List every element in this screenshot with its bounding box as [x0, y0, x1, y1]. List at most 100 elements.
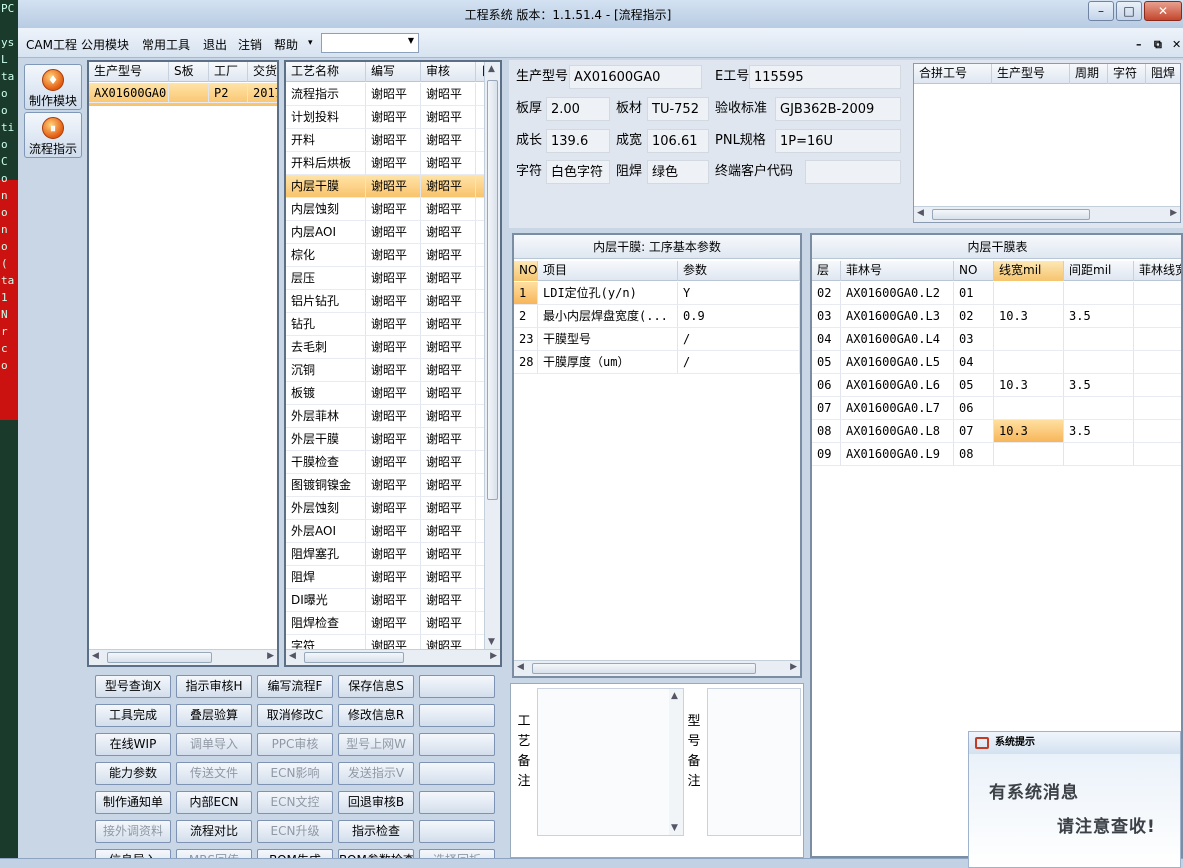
process-hscrollbar[interactable]: ◀ ▶	[286, 649, 500, 665]
mdi-close-button[interactable]: ✕	[1172, 38, 1181, 51]
menu-item[interactable]: 注销	[238, 36, 262, 53]
minimize-button[interactable]: –	[1088, 1, 1114, 21]
column-header[interactable]: 编写	[366, 62, 421, 82]
film-row[interactable]: 02 AX01600GA0.L2 01	[812, 282, 1181, 305]
field-standard[interactable]: GJB362B-2009	[775, 97, 901, 121]
params-hscrollbar[interactable]: ◀ ▶	[514, 660, 800, 676]
column-header[interactable]: 项目	[538, 261, 678, 281]
column-header[interactable]: 工厂	[209, 62, 248, 82]
process-row[interactable]: DI曝光 谢昭平 谢昭平	[286, 589, 486, 612]
column-header[interactable]: 参数	[678, 261, 800, 281]
field-pnl[interactable]: 1P=16U	[775, 129, 901, 153]
field-mask-color[interactable]: 绿色	[647, 160, 709, 184]
process-row[interactable]: 流程指示 谢昭平 谢昭平	[286, 83, 486, 106]
film-row[interactable]: 06 AX01600GA0.L6 05 10.3 3.5	[812, 374, 1181, 397]
process-row[interactable]: 计划投料 谢昭平 谢昭平	[286, 106, 486, 129]
menu-overflow-icon[interactable]: ▾	[308, 38, 313, 48]
process-row[interactable]: 开料 谢昭平 谢昭平	[286, 129, 486, 152]
process-row[interactable]: 干膜检查 谢昭平 谢昭平	[286, 451, 486, 474]
column-header[interactable]: 线宽mil	[994, 261, 1064, 281]
action-button[interactable]: 在线WIP	[95, 733, 171, 756]
column-header[interactable]: 字符	[1108, 64, 1146, 84]
film-row[interactable]: 05 AX01600GA0.L5 04	[812, 351, 1181, 374]
action-button[interactable]: 指示审核H	[176, 675, 252, 698]
action-button[interactable]: ECN文控	[257, 791, 333, 814]
param-row[interactable]: 2 最小内层焊盘宽度(... 0.9	[514, 305, 800, 328]
param-row[interactable]: 23 干膜型号 /	[514, 328, 800, 351]
column-header[interactable]: NO	[954, 261, 994, 281]
maximize-button[interactable]: □	[1116, 1, 1142, 21]
menu-item[interactable]: 常用工具	[142, 36, 190, 53]
field-length[interactable]: 139.6	[546, 129, 610, 153]
field-product-model[interactable]: AX01600GA0	[569, 65, 702, 89]
action-button[interactable]: 编写流程F	[257, 675, 333, 698]
process-row[interactable]: 阻焊 谢昭平 谢昭平	[286, 566, 486, 589]
menu-item[interactable]: 退出	[203, 36, 227, 53]
menu-item[interactable]: CAM工程	[26, 36, 77, 53]
action-button[interactable]: 型号上网W	[338, 733, 414, 756]
process-row[interactable]: 阻焊检查 谢昭平 谢昭平	[286, 612, 486, 635]
action-button[interactable]: 取消修改C	[257, 704, 333, 727]
column-header[interactable]: 交货	[248, 62, 277, 82]
column-header[interactable]: 生产型号	[992, 64, 1070, 84]
film-row[interactable]: 07 AX01600GA0.L7 06	[812, 397, 1181, 420]
action-button[interactable]: 保存信息S	[338, 675, 414, 698]
menu-item[interactable]: 公用模块	[81, 36, 129, 53]
action-button[interactable]	[419, 791, 495, 814]
mdi-restore-button[interactable]: ⧉	[1154, 38, 1162, 52]
film-row[interactable]: 04 AX01600GA0.L4 03	[812, 328, 1181, 351]
column-header[interactable]: 周期	[1070, 64, 1108, 84]
process-row[interactable]: 外层AOI 谢昭平 谢昭平	[286, 520, 486, 543]
process-row[interactable]: 层压 谢昭平 谢昭平	[286, 267, 486, 290]
film-row[interactable]: 08 AX01600GA0.L8 07 10.3 3.5	[812, 420, 1181, 443]
action-button[interactable]: 型号查询X	[95, 675, 171, 698]
model-remark-field[interactable]	[707, 688, 801, 836]
process-remark-field[interactable]: ▲ ▼	[537, 688, 684, 836]
action-button[interactable]	[419, 704, 495, 727]
column-header[interactable]: 工艺名称	[286, 62, 366, 82]
column-header[interactable]: 生产型号	[89, 62, 169, 82]
nav-button[interactable]: ⏸ 流程指示	[24, 112, 82, 158]
field-width[interactable]: 106.61	[647, 129, 709, 153]
column-header[interactable]: 阻焊	[1146, 64, 1180, 84]
film-row[interactable]: 09 AX01600GA0.L9 08	[812, 443, 1181, 466]
action-button[interactable]: 调单导入	[176, 733, 252, 756]
action-button[interactable]: 传送文件	[176, 762, 252, 785]
action-button[interactable]: 修改信息R	[338, 704, 414, 727]
column-header[interactable]: 菲林号	[841, 261, 954, 281]
field-e-no[interactable]: 115595	[749, 65, 901, 89]
field-thickness[interactable]: 2.00	[546, 97, 610, 121]
process-row[interactable]: 内层蚀刻 谢昭平 谢昭平	[286, 198, 486, 221]
process-row[interactable]: 沉铜 谢昭平 谢昭平	[286, 359, 486, 382]
menu-combo-box[interactable]: ▼	[321, 33, 419, 53]
action-button[interactable]: 内部ECN	[176, 791, 252, 814]
action-button[interactable]: 回退审核B	[338, 791, 414, 814]
action-button[interactable]: 能力参数	[95, 762, 171, 785]
process-row[interactable]: 内层AOI 谢昭平 谢昭平	[286, 221, 486, 244]
action-button[interactable]: ECN影响	[257, 762, 333, 785]
column-header[interactable]: 层	[812, 261, 841, 281]
process-row[interactable]: 内层干膜 谢昭平 谢昭平	[286, 175, 486, 198]
process-row[interactable]: 开料后烘板 谢昭平 谢昭平	[286, 152, 486, 175]
field-material[interactable]: TU-752	[647, 97, 709, 121]
action-button[interactable]	[419, 733, 495, 756]
action-button[interactable]: 流程对比	[176, 820, 252, 843]
merge-hscrollbar[interactable]: ◀ ▶	[914, 206, 1180, 222]
process-row[interactable]: 外层蚀刻 谢昭平 谢昭平	[286, 497, 486, 520]
process-row[interactable]: 去毛刺 谢昭平 谢昭平	[286, 336, 486, 359]
process-row[interactable]: 阻焊塞孔 谢昭平 谢昭平	[286, 543, 486, 566]
process-vscrollbar[interactable]: ▲ ▼	[484, 62, 500, 649]
film-row[interactable]: 03 AX01600GA0.L3 02 10.3 3.5	[812, 305, 1181, 328]
action-button[interactable]: PPC审核	[257, 733, 333, 756]
param-row[interactable]: 1 LDI定位孔(y/n) Y	[514, 282, 800, 305]
nav-button[interactable]: ♦ 制作模块	[24, 64, 82, 110]
action-button[interactable]: ECN升级	[257, 820, 333, 843]
column-header[interactable]: NO	[514, 261, 538, 281]
table-row[interactable]: AX01600GA0 P22017	[89, 83, 277, 106]
menu-item[interactable]: 帮助	[274, 36, 298, 53]
action-button[interactable]: 接外调资料	[95, 820, 171, 843]
process-row[interactable]: 图镀铜镍金 谢昭平 谢昭平	[286, 474, 486, 497]
product-hscrollbar[interactable]: ◀ ▶	[89, 649, 277, 665]
process-row[interactable]: 铝片钻孔 谢昭平 谢昭平	[286, 290, 486, 313]
action-button[interactable]	[419, 762, 495, 785]
